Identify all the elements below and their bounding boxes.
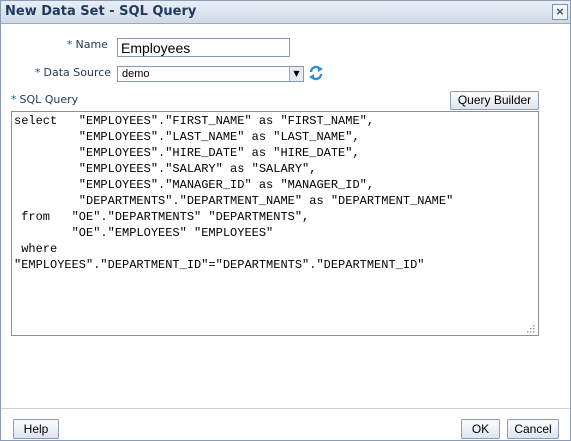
query-builder-button[interactable]: Query Builder [450, 91, 539, 110]
required-marker: * [67, 38, 73, 51]
data-source-label: * Data Source [35, 66, 112, 79]
cancel-button[interactable]: Cancel [507, 419, 559, 439]
ok-button[interactable]: OK [461, 419, 500, 439]
required-marker: * [35, 66, 41, 79]
close-icon: × [555, 5, 565, 18]
sql-query-textarea[interactable]: select "EMPLOYEES"."FIRST_NAME" as "FIRS… [11, 111, 539, 336]
refresh-icon[interactable] [307, 64, 325, 82]
data-source-select[interactable]: demo ▼ [117, 66, 304, 82]
chevron-down-icon: ▼ [289, 67, 303, 81]
name-input[interactable] [117, 38, 290, 57]
sql-query-label: * SQL Query [11, 93, 79, 106]
help-button[interactable]: Help [13, 419, 59, 439]
close-button[interactable]: × [552, 4, 568, 20]
title-bar: New Data Set - SQL Query × [1, 1, 570, 24]
required-marker: * [11, 93, 17, 106]
footer-divider [1, 408, 570, 409]
name-label: * Name [67, 38, 108, 51]
dialog-title: New Data Set - SQL Query [5, 4, 197, 19]
new-data-set-dialog: New Data Set - SQL Query × *Name *Data S… [0, 0, 571, 441]
data-source-value: demo [122, 68, 150, 80]
resize-grip-icon[interactable] [525, 323, 535, 333]
